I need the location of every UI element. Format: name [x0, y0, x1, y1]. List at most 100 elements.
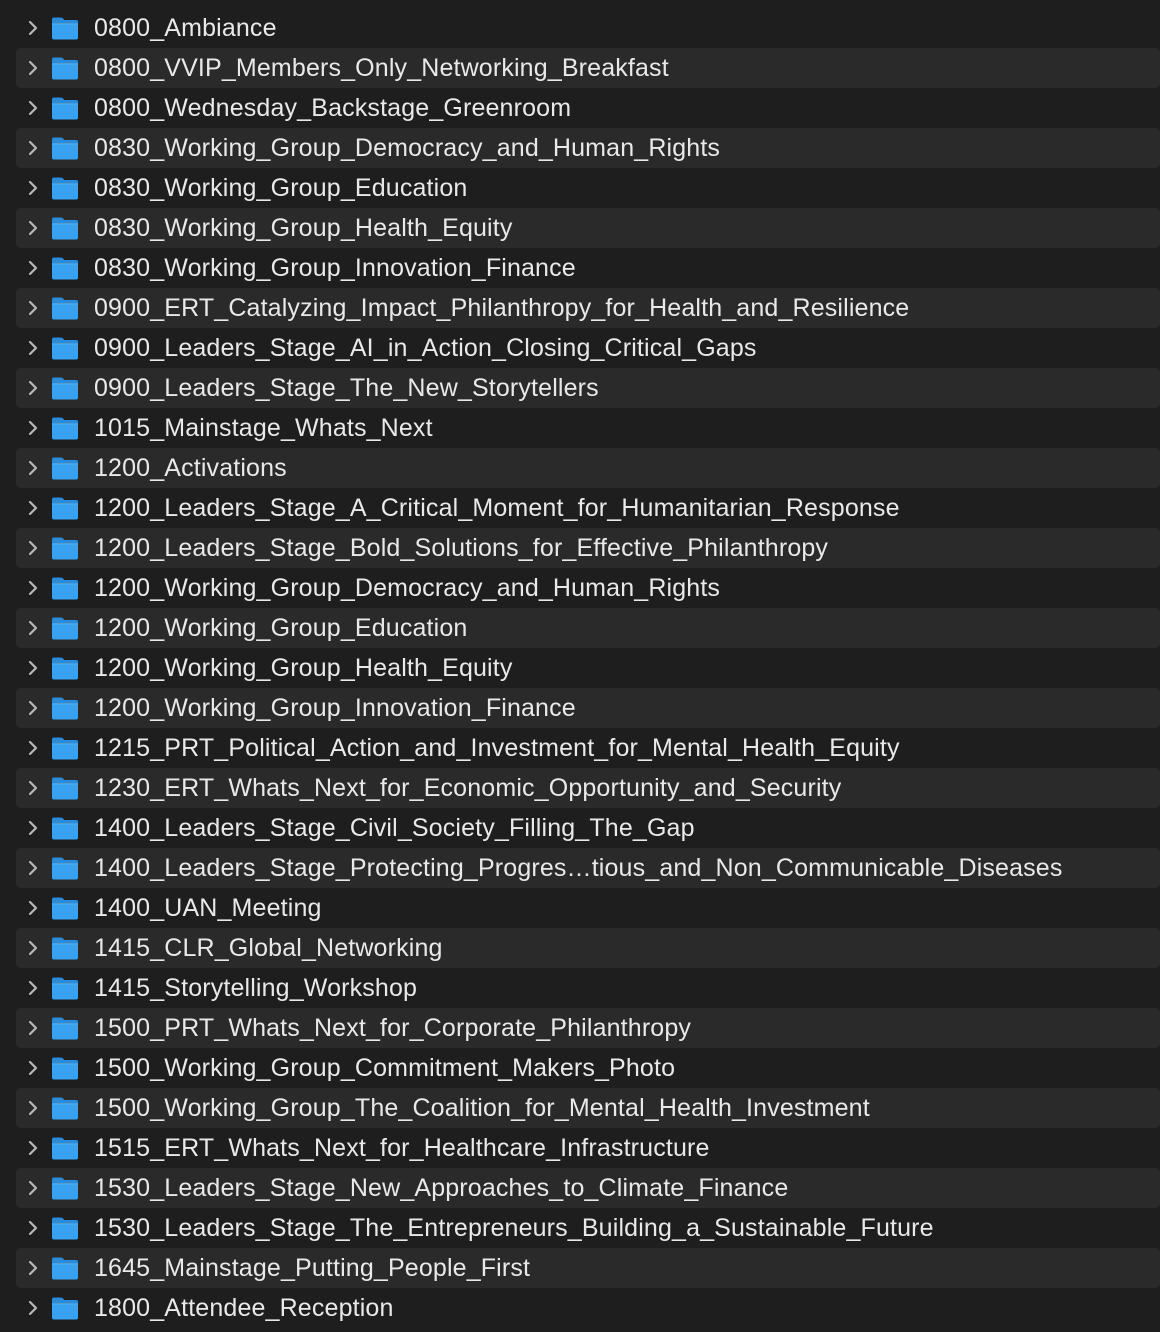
- folder-row[interactable]: 0830_Working_Group_Democracy_and_Human_R…: [16, 128, 1160, 168]
- folder-icon: [50, 335, 80, 361]
- chevron-right-icon[interactable]: [26, 1058, 40, 1078]
- folder-row[interactable]: 1200_Activations: [16, 448, 1160, 488]
- chevron-right-icon[interactable]: [26, 98, 40, 118]
- folder-icon: [50, 1135, 80, 1161]
- chevron-right-icon[interactable]: [26, 18, 40, 38]
- folder-row[interactable]: 1215_PRT_Political_Action_and_Investment…: [16, 728, 1160, 768]
- chevron-right-icon[interactable]: [26, 978, 40, 998]
- chevron-right-icon[interactable]: [26, 58, 40, 78]
- folder-row[interactable]: 1200_Working_Group_Democracy_and_Human_R…: [16, 568, 1160, 608]
- folder-icon: [50, 295, 80, 321]
- folder-icon: [50, 455, 80, 481]
- folder-icon: [50, 655, 80, 681]
- folder-row[interactable]: 1500_PRT_Whats_Next_for_Corporate_Philan…: [16, 1008, 1160, 1048]
- folder-row[interactable]: 1500_Working_Group_Commitment_Makers_Pho…: [16, 1048, 1160, 1088]
- folder-name: 1200_Working_Group_Democracy_and_Human_R…: [94, 574, 721, 602]
- folder-name: 1200_Working_Group_Health_Equity: [94, 654, 513, 682]
- folder-name: 1415_CLR_Global_Networking: [94, 934, 443, 962]
- folder-row[interactable]: 1415_Storytelling_Workshop: [16, 968, 1160, 1008]
- chevron-right-icon[interactable]: [26, 658, 40, 678]
- chevron-right-icon[interactable]: [26, 578, 40, 598]
- chevron-right-icon[interactable]: [26, 338, 40, 358]
- folder-row[interactable]: 0900_ERT_Catalyzing_Impact_Philanthropy_…: [16, 288, 1160, 328]
- chevron-right-icon[interactable]: [26, 1258, 40, 1278]
- folder-icon: [50, 135, 80, 161]
- folder-row[interactable]: 1200_Leaders_Stage_A_Critical_Moment_for…: [16, 488, 1160, 528]
- folder-row[interactable]: 0800_Ambiance: [16, 8, 1160, 48]
- folder-row[interactable]: 1200_Working_Group_Innovation_Finance: [16, 688, 1160, 728]
- folder-row[interactable]: 1500_Working_Group_The_Coalition_for_Men…: [16, 1088, 1160, 1128]
- folder-row[interactable]: 1230_ERT_Whats_Next_for_Economic_Opportu…: [16, 768, 1160, 808]
- chevron-right-icon[interactable]: [26, 1298, 40, 1318]
- chevron-right-icon[interactable]: [26, 258, 40, 278]
- chevron-right-icon[interactable]: [26, 218, 40, 238]
- chevron-right-icon[interactable]: [26, 538, 40, 558]
- folder-row[interactable]: 1800_Attendee_Reception: [16, 1288, 1160, 1328]
- folder-icon: [50, 855, 80, 881]
- folder-icon: [50, 255, 80, 281]
- folder-row[interactable]: 1400_UAN_Meeting: [16, 888, 1160, 928]
- folder-row[interactable]: 0900_Leaders_Stage_AI_in_Action_Closing_…: [16, 328, 1160, 368]
- chevron-right-icon[interactable]: [26, 778, 40, 798]
- chevron-right-icon[interactable]: [26, 698, 40, 718]
- folder-row[interactable]: 1415_CLR_Global_Networking: [16, 928, 1160, 968]
- chevron-right-icon[interactable]: [26, 458, 40, 478]
- folder-row[interactable]: 0830_Working_Group_Education: [16, 168, 1160, 208]
- chevron-right-icon[interactable]: [26, 1218, 40, 1238]
- chevron-right-icon[interactable]: [26, 378, 40, 398]
- chevron-right-icon[interactable]: [26, 1018, 40, 1038]
- chevron-right-icon[interactable]: [26, 898, 40, 918]
- folder-icon: [50, 215, 80, 241]
- chevron-right-icon[interactable]: [26, 1138, 40, 1158]
- folder-name: 0800_Ambiance: [94, 14, 277, 42]
- chevron-right-icon[interactable]: [26, 178, 40, 198]
- folder-name: 0800_Wednesday_Backstage_Greenroom: [94, 94, 572, 122]
- chevron-right-icon[interactable]: [26, 1178, 40, 1198]
- folder-name: 1515_ERT_Whats_Next_for_Healthcare_Infra…: [94, 1134, 710, 1162]
- folder-icon: [50, 1175, 80, 1201]
- folder-name: 1500_Working_Group_The_Coalition_for_Men…: [94, 1094, 870, 1122]
- folder-row[interactable]: 0830_Working_Group_Health_Equity: [16, 208, 1160, 248]
- chevron-right-icon[interactable]: [26, 138, 40, 158]
- folder-icon: [50, 1095, 80, 1121]
- folder-row[interactable]: 1530_Leaders_Stage_The_Entrepreneurs_Bui…: [16, 1208, 1160, 1248]
- folder-name: 1400_Leaders_Stage_Civil_Society_Filling…: [94, 814, 695, 842]
- chevron-right-icon[interactable]: [26, 738, 40, 758]
- chevron-right-icon[interactable]: [26, 498, 40, 518]
- folder-row[interactable]: 0900_Leaders_Stage_The_New_Storytellers: [16, 368, 1160, 408]
- folder-name: 0800_VVIP_Members_Only_Networking_Breakf…: [94, 54, 669, 82]
- folder-icon: [50, 1255, 80, 1281]
- folder-row[interactable]: 1400_Leaders_Stage_Civil_Society_Filling…: [16, 808, 1160, 848]
- chevron-right-icon[interactable]: [26, 298, 40, 318]
- folder-row[interactable]: 1015_Mainstage_Whats_Next: [16, 408, 1160, 448]
- folder-icon: [50, 55, 80, 81]
- folder-row[interactable]: 1200_Leaders_Stage_Bold_Solutions_for_Ef…: [16, 528, 1160, 568]
- folder-list: 0800_Ambiance 0800_VVIP_Members_Only_Netw…: [0, 0, 1160, 1332]
- folder-name: 1415_Storytelling_Workshop: [94, 974, 418, 1002]
- folder-row[interactable]: 0800_VVIP_Members_Only_Networking_Breakf…: [16, 48, 1160, 88]
- chevron-right-icon[interactable]: [26, 858, 40, 878]
- chevron-right-icon[interactable]: [26, 818, 40, 838]
- folder-row[interactable]: 1645_Mainstage_Putting_People_First: [16, 1248, 1160, 1288]
- folder-name: 1500_Working_Group_Commitment_Makers_Pho…: [94, 1054, 676, 1082]
- folder-row[interactable]: 1530_Leaders_Stage_New_Approaches_to_Cli…: [16, 1168, 1160, 1208]
- folder-icon: [50, 815, 80, 841]
- folder-name: 1200_Leaders_Stage_Bold_Solutions_for_Ef…: [94, 534, 829, 562]
- chevron-right-icon[interactable]: [26, 938, 40, 958]
- folder-name: 0900_ERT_Catalyzing_Impact_Philanthropy_…: [94, 294, 910, 322]
- folder-icon: [50, 535, 80, 561]
- folder-row[interactable]: 1515_ERT_Whats_Next_for_Healthcare_Infra…: [16, 1128, 1160, 1168]
- folder-row[interactable]: 1400_Leaders_Stage_Protecting_Progres…ti…: [16, 848, 1160, 888]
- chevron-right-icon[interactable]: [26, 418, 40, 438]
- folder-icon: [50, 415, 80, 441]
- chevron-right-icon[interactable]: [26, 1098, 40, 1118]
- folder-icon: [50, 1215, 80, 1241]
- folder-row[interactable]: 1200_Working_Group_Education: [16, 608, 1160, 648]
- folder-row[interactable]: 1200_Working_Group_Health_Equity: [16, 648, 1160, 688]
- folder-row[interactable]: 0830_Working_Group_Innovation_Finance: [16, 248, 1160, 288]
- folder-name: 0830_Working_Group_Education: [94, 174, 468, 202]
- folder-name: 1530_Leaders_Stage_The_Entrepreneurs_Bui…: [94, 1214, 934, 1242]
- folder-icon: [50, 175, 80, 201]
- chevron-right-icon[interactable]: [26, 618, 40, 638]
- folder-row[interactable]: 0800_Wednesday_Backstage_Greenroom: [16, 88, 1160, 128]
